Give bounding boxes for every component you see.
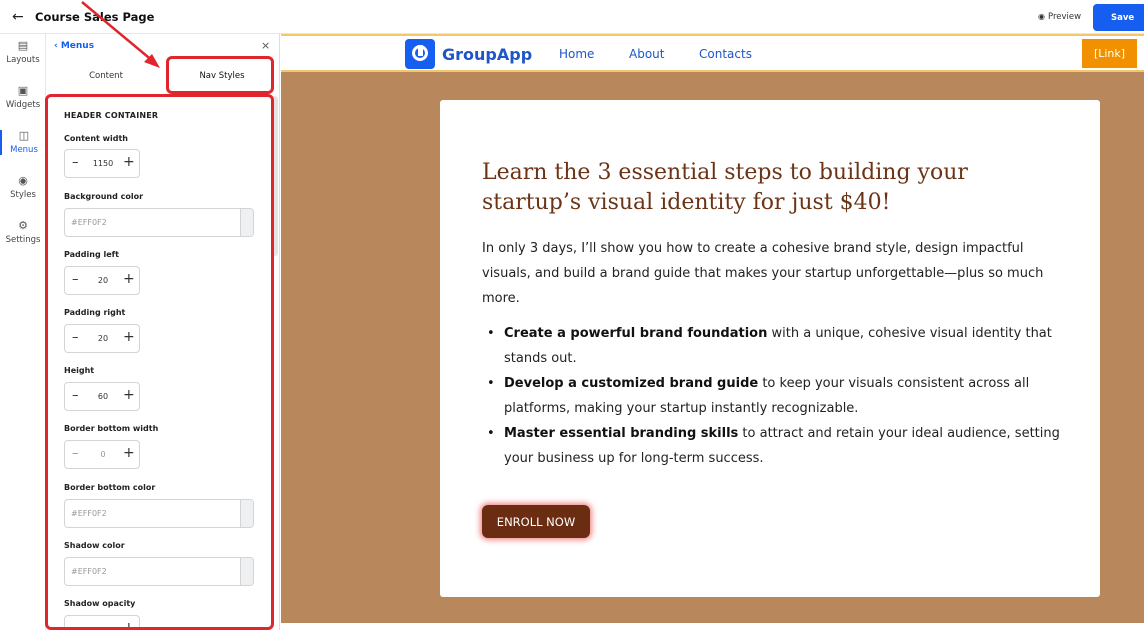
background-color-value: #EFF0F2 bbox=[71, 218, 107, 227]
plus-icon[interactable]: + bbox=[123, 621, 135, 630]
background-color-label: Background color bbox=[64, 192, 144, 201]
rail-item-settings[interactable]: ⚙ Settings bbox=[0, 219, 46, 246]
tab-nav-styles[interactable]: Nav Styles bbox=[166, 60, 278, 96]
border-bottom-color-label: Border bottom color bbox=[64, 483, 156, 492]
rail-item-label: Styles bbox=[10, 190, 36, 200]
border-bottom-color-input[interactable]: #EFF0F2 bbox=[64, 499, 254, 528]
content-width-stepper[interactable]: – 1150 + bbox=[64, 149, 140, 178]
background-color-input[interactable]: #EFF0F2 bbox=[64, 208, 254, 237]
palette-icon: ◉ bbox=[18, 174, 28, 187]
padding-left-label: Padding left bbox=[64, 250, 119, 259]
shadow-color-label: Shadow color bbox=[64, 541, 125, 550]
minus-icon[interactable]: – bbox=[72, 389, 79, 403]
hero-card[interactable]: Learn the 3 essential steps to building … bbox=[440, 100, 1100, 597]
shadow-opacity-label: Shadow opacity bbox=[64, 599, 136, 608]
page-bottom-strip bbox=[281, 623, 1144, 630]
minus-icon[interactable]: – bbox=[72, 622, 79, 630]
logo-notch bbox=[418, 45, 423, 56]
plus-icon[interactable]: + bbox=[123, 330, 135, 344]
height-stepper[interactable]: – 60 + bbox=[64, 382, 140, 411]
content-width-label: Content width bbox=[64, 134, 128, 143]
menus-icon: ◫ bbox=[18, 129, 30, 142]
menus-back-label: Menus bbox=[60, 41, 95, 51]
border-bottom-color-value: #EFF0F2 bbox=[71, 509, 107, 518]
minus-icon[interactable]: – bbox=[72, 331, 79, 345]
tab-content[interactable]: Content bbox=[50, 60, 162, 96]
gear-icon: ⚙ bbox=[18, 219, 28, 232]
rail-item-label: Settings bbox=[5, 235, 41, 245]
groupapp-logo-icon bbox=[405, 39, 435, 69]
color-swatch[interactable] bbox=[240, 209, 253, 236]
minus-icon[interactable]: – bbox=[72, 273, 79, 287]
rail-item-label: Menus bbox=[10, 145, 38, 155]
widgets-icon: ▣ bbox=[17, 84, 29, 97]
top-bar: ← Course Sales Page ◉ Preview Save bbox=[0, 0, 1144, 34]
save-button[interactable]: Save bbox=[1093, 4, 1144, 31]
page-canvas: GroupApp Home About Contacts [Link] Lear… bbox=[281, 34, 1144, 630]
rail-item-menus[interactable]: ◫ Menus bbox=[0, 130, 46, 155]
padding-left-stepper[interactable]: – 20 + bbox=[64, 266, 140, 295]
border-bottom-width-label: Border bottom width bbox=[64, 424, 159, 433]
rail-item-styles[interactable]: ◉ Styles bbox=[0, 174, 46, 201]
rail-item-widgets[interactable]: ▣ Widgets bbox=[0, 84, 46, 111]
color-swatch[interactable] bbox=[240, 500, 253, 527]
shadow-opacity-stepper[interactable]: – + bbox=[64, 615, 140, 630]
nav-link-contacts[interactable]: Contacts bbox=[699, 47, 752, 61]
list-item-bold: Master essential branding skills bbox=[504, 426, 739, 441]
list-item: Create a powerful brand foundation with … bbox=[482, 321, 1062, 371]
preview-button[interactable]: ◉ Preview bbox=[1038, 12, 1081, 22]
list-item-bold: Create a powerful brand foundation bbox=[504, 326, 768, 341]
color-swatch[interactable] bbox=[240, 558, 253, 585]
menus-back-link[interactable]: ‹ Menus bbox=[54, 41, 94, 51]
link-button[interactable]: [Link] bbox=[1082, 39, 1137, 68]
minus-icon[interactable]: – bbox=[72, 156, 79, 170]
plus-icon[interactable]: + bbox=[123, 272, 135, 286]
rail-item-label: Layouts bbox=[6, 55, 40, 65]
close-icon[interactable]: × bbox=[261, 39, 270, 52]
plus-icon[interactable]: + bbox=[123, 388, 135, 402]
height-value[interactable]: 60 bbox=[87, 392, 119, 401]
rail-item-label: Widgets bbox=[5, 100, 41, 110]
plus-icon[interactable]: + bbox=[123, 155, 135, 169]
panel-scrollbar[interactable] bbox=[272, 96, 278, 256]
padding-right-label: Padding right bbox=[64, 308, 126, 317]
enroll-now-button[interactable]: ENROLL NOW bbox=[482, 505, 590, 538]
hero-headline: Learn the 3 essential steps to building … bbox=[482, 160, 968, 215]
plus-icon[interactable]: + bbox=[123, 446, 135, 460]
nav-link-home[interactable]: Home bbox=[559, 47, 594, 61]
chevron-left-icon: ‹ bbox=[54, 41, 61, 51]
border-bottom-width-stepper[interactable]: – 0 + bbox=[64, 440, 140, 469]
list-item: Master essential branding skills to attr… bbox=[482, 421, 1062, 471]
list-item: Develop a customized brand guide to keep… bbox=[482, 371, 1062, 421]
rail-item-layouts[interactable]: ▤ Layouts bbox=[0, 39, 46, 66]
nav-link-about[interactable]: About bbox=[629, 47, 664, 61]
padding-right-value[interactable]: 20 bbox=[87, 334, 119, 343]
nav-styles-panel: ‹ Menus × Content Nav Styles HEADER CONT… bbox=[46, 34, 280, 630]
list-item-bold: Develop a customized brand guide bbox=[504, 376, 759, 391]
hero-intro: In only 3 days, I’ll show you how to cre… bbox=[482, 241, 1044, 306]
padding-right-stepper[interactable]: – 20 + bbox=[64, 324, 140, 353]
eye-icon: ◉ bbox=[1038, 12, 1045, 21]
arrow-left-icon[interactable]: ← bbox=[12, 9, 24, 25]
shadow-color-input[interactable]: #EFF0F2 bbox=[64, 557, 254, 586]
benefit-list: Create a powerful brand foundation with … bbox=[482, 321, 1062, 471]
hero-section[interactable]: Learn the 3 essential steps to building … bbox=[281, 72, 1144, 623]
shadow-color-value: #EFF0F2 bbox=[71, 567, 107, 576]
padding-left-value[interactable]: 20 bbox=[87, 276, 119, 285]
content-width-value[interactable]: 1150 bbox=[87, 159, 119, 168]
layouts-icon: ▤ bbox=[17, 39, 29, 52]
minus-icon[interactable]: – bbox=[72, 447, 79, 461]
section-title: HEADER CONTAINER bbox=[64, 111, 159, 120]
page-title: Course Sales Page bbox=[35, 10, 155, 24]
left-rail: ▤ Layouts ▣ Widgets ◫ Menus ◉ Styles ⚙ S… bbox=[0, 34, 46, 630]
site-header[interactable]: GroupApp Home About Contacts [Link] bbox=[281, 34, 1144, 72]
border-bottom-width-value[interactable]: 0 bbox=[87, 450, 119, 459]
brand-name: GroupApp bbox=[442, 45, 533, 64]
height-label: Height bbox=[64, 366, 95, 375]
preview-label: Preview bbox=[1047, 12, 1082, 22]
